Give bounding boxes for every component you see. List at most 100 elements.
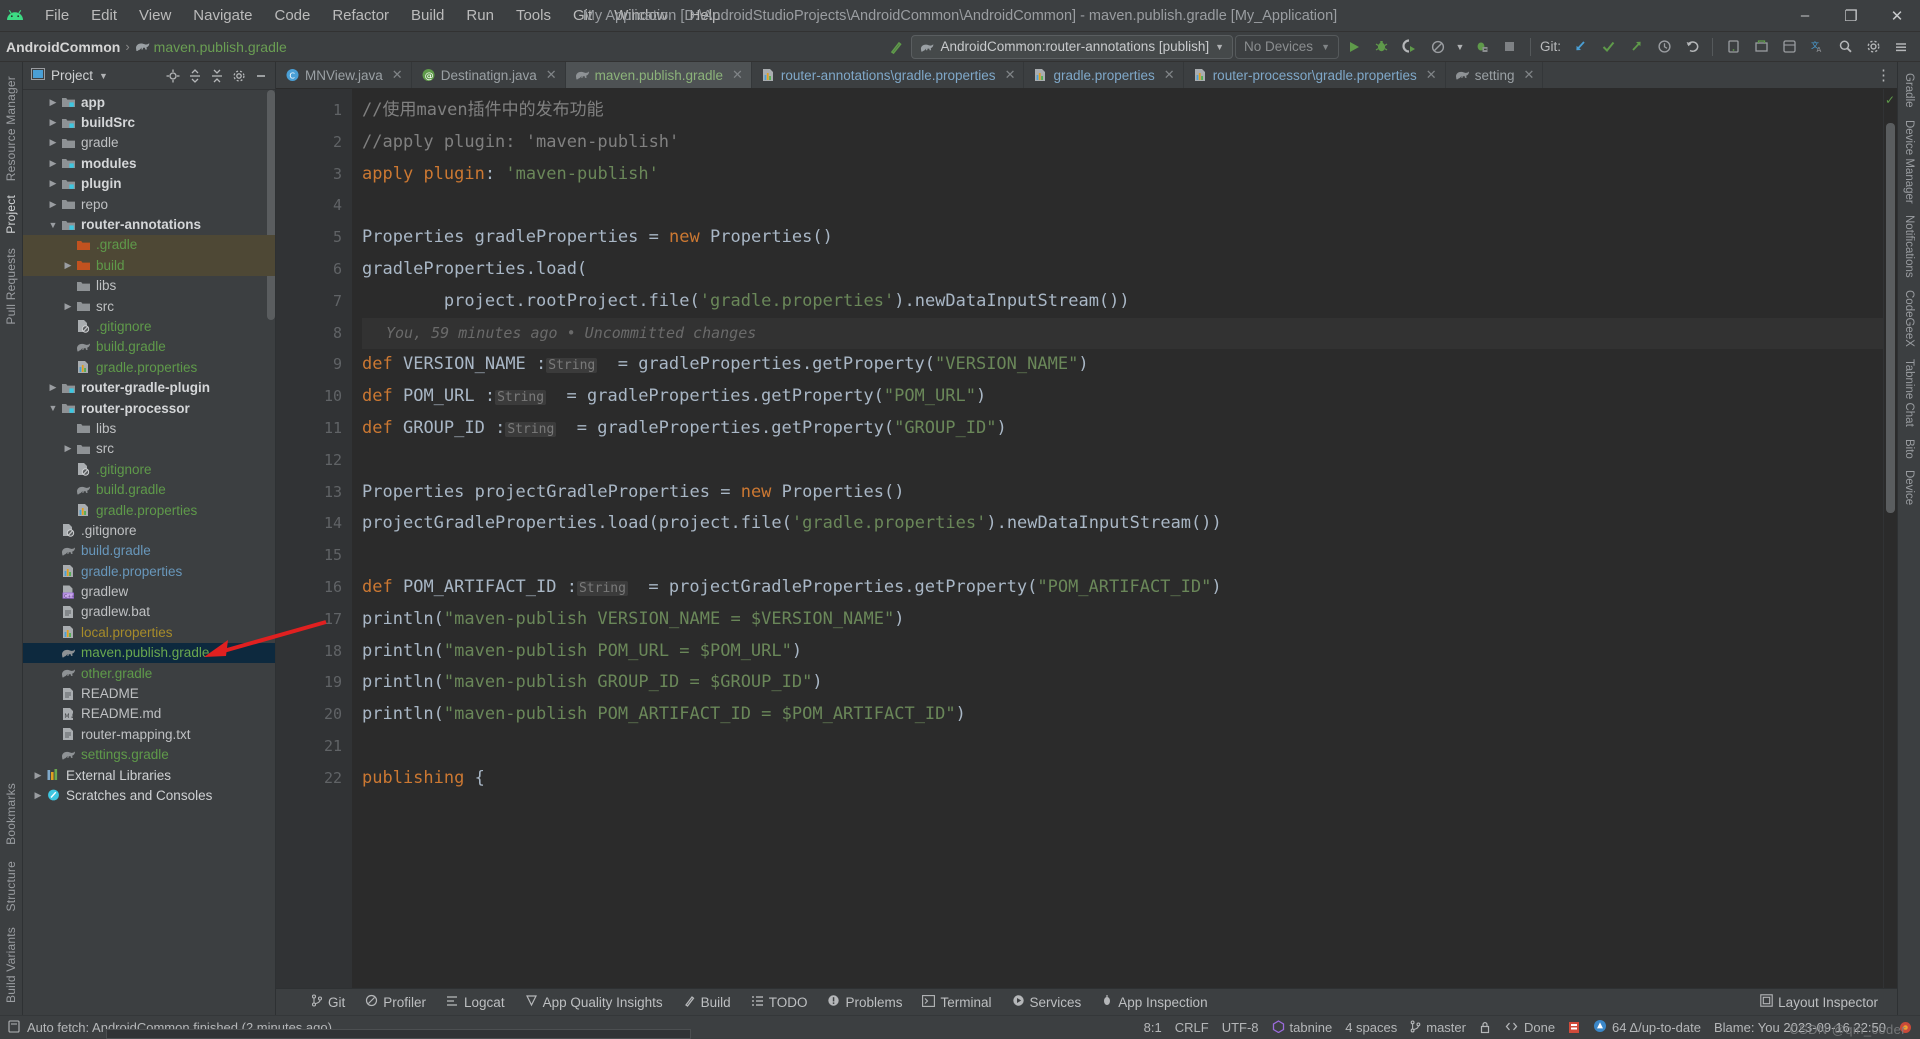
line-separator[interactable]: CRLF: [1175, 1020, 1209, 1035]
indent-setting[interactable]: 4 spaces: [1345, 1020, 1397, 1035]
editor-tab-destinatign-java[interactable]: @ Destinatign.java ✕: [412, 62, 566, 88]
more-tabs-icon[interactable]: ⋮: [1870, 62, 1897, 88]
run-configuration-selector[interactable]: AndroidCommon:router-annotations [publis…: [911, 34, 1234, 59]
rrail-item-codegeex[interactable]: CodeGeeX: [1903, 285, 1915, 352]
tree-row-modules[interactable]: ▶ modules: [23, 153, 275, 173]
toolwindow-app-inspection[interactable]: App Inspection: [1092, 991, 1216, 1013]
chevron-right-icon[interactable]: ▶: [46, 117, 60, 128]
close-icon[interactable]: ✕: [1426, 67, 1437, 83]
code-line[interactable]: You, 59 minutes ago • Uncommitted change…: [362, 317, 1883, 350]
translate-icon[interactable]: 文A: [1804, 34, 1830, 60]
code-line[interactable]: //apply plugin: 'maven-publish': [362, 127, 1883, 159]
code-editor[interactable]: 1 2 3 4 5 6 7 8 9 10 11 12 13 14 15 16 17 18 19 20 21 22 //使用…: [276, 89, 1897, 988]
rrail-item-device-manager[interactable]: Device Manager: [1903, 115, 1915, 209]
chevron-right-icon[interactable]: ▶: [46, 178, 60, 189]
tree-row-build-gradle[interactable]: ▶build.gradle: [23, 479, 275, 499]
editor-tab-router-annotations-gradle-properties[interactable]: router-annotations\gradle.properties ✕: [752, 62, 1025, 88]
source-code[interactable]: //使用maven插件中的发布功能//apply plugin: 'maven-…: [352, 89, 1883, 988]
tree-row-repo[interactable]: ▶ repo: [23, 194, 275, 214]
close-icon[interactable]: ✕: [1523, 67, 1534, 83]
menu-edit[interactable]: Edit: [80, 3, 128, 28]
memory-indicator-icon[interactable]: [1568, 1021, 1580, 1034]
gradle-sync-status[interactable]: 64 Δ/up-to-date: [1593, 1019, 1701, 1036]
editor-scrollbar-thumb[interactable]: [1886, 123, 1895, 513]
project-tree[interactable]: ▶ app ▶ buildSrc ▶ gradle ▶ modules ▶ plugin ▶ repo…: [23, 90, 275, 1015]
menu-window[interactable]: Window: [603, 3, 678, 28]
chevron-down-icon[interactable]: ▼: [1453, 34, 1467, 60]
collapse-all-icon[interactable]: [207, 66, 227, 86]
menu-navigate[interactable]: Navigate: [182, 3, 263, 28]
breadcrumb-file[interactable]: maven.publish.gradle: [154, 39, 287, 55]
tree-row-router-processor[interactable]: ▼ router-processor: [23, 398, 275, 418]
tabnine-status[interactable]: tabnine: [1272, 1019, 1332, 1036]
tree-row-local-properties[interactable]: ▶local.properties: [23, 622, 275, 642]
close-icon[interactable]: ✕: [392, 67, 403, 83]
tree-row-build-gradle[interactable]: ▶build.gradle: [23, 541, 275, 561]
tree-row-src[interactable]: ▶ src: [23, 296, 275, 316]
chevron-right-icon[interactable]: ▶: [31, 770, 45, 781]
chevron-right-icon[interactable]: ▶: [46, 382, 60, 393]
code-line[interactable]: [362, 731, 1883, 763]
editor-tab-setting[interactable]: setting ✕: [1446, 62, 1544, 88]
chevron-right-icon[interactable]: ▶: [46, 137, 60, 148]
tree-row-gitignore[interactable]: ▶.gitignore: [23, 520, 275, 540]
toolwindow-layout-inspector[interactable]: Layout Inspector: [1751, 991, 1887, 1013]
git-branch-status[interactable]: master: [1410, 1019, 1466, 1036]
tree-row-readme-md[interactable]: ▶M↓README.md: [23, 704, 275, 724]
tree-row-external-libraries[interactable]: ▶ External Libraries: [23, 765, 275, 785]
tree-row-plugin[interactable]: ▶ plugin: [23, 174, 275, 194]
toolwindow-profiler[interactable]: Profiler: [356, 991, 435, 1013]
chevron-down-icon[interactable]: ▼: [99, 71, 108, 81]
code-line[interactable]: def VERSION_NAME : String = gradlePropert…: [362, 349, 1883, 381]
tree-row-build[interactable]: ▶ build: [23, 255, 275, 276]
menu-help[interactable]: Help: [679, 3, 732, 28]
tree-row-build-gradle[interactable]: ▶build.gradle: [23, 337, 275, 357]
editor-overview-strip[interactable]: ✓: [1883, 89, 1897, 988]
chevron-down-icon[interactable]: ▼: [46, 403, 60, 413]
tree-row-libs[interactable]: ▶libs: [23, 276, 275, 296]
tree-row-gradlew[interactable]: ▶C++gradlew: [23, 581, 275, 601]
code-line[interactable]: [362, 190, 1883, 222]
toolwindow-logcat[interactable]: Logcat: [437, 992, 514, 1013]
editor-tab-router-processor-gradle-properties[interactable]: router-processor\gradle.properties ✕: [1184, 62, 1446, 88]
editor-tab-mnview-java[interactable]: C MNView.java ✕: [276, 62, 412, 88]
chevron-right-icon[interactable]: ▶: [31, 790, 45, 801]
chevron-right-icon[interactable]: ▶: [46, 97, 60, 108]
menu-tools[interactable]: Tools: [505, 3, 562, 28]
code-line[interactable]: println("maven-publish POM_URL = $POM_UR…: [362, 636, 1883, 668]
build-hammer-icon[interactable]: [883, 34, 909, 60]
close-button[interactable]: ✕: [1874, 0, 1920, 32]
close-icon[interactable]: ✕: [732, 67, 743, 83]
tree-row-readme[interactable]: ▶README: [23, 683, 275, 703]
code-line[interactable]: def POM_URL : String = gradleProperties.g…: [362, 381, 1883, 413]
code-line[interactable]: Properties gradleProperties = new Proper…: [362, 222, 1883, 254]
hide-panel-icon[interactable]: [251, 66, 271, 86]
editor-tab-gradle-properties[interactable]: gradle.properties ✕: [1024, 62, 1184, 88]
git-push-icon[interactable]: [1623, 34, 1649, 60]
code-line[interactable]: gradleProperties.load(: [362, 254, 1883, 286]
code-line[interactable]: println("maven-publish GROUP_ID = $GROUP…: [362, 667, 1883, 699]
code-line[interactable]: publishing {: [362, 763, 1883, 795]
expand-all-icon[interactable]: [185, 66, 205, 86]
chevron-down-icon[interactable]: ▼: [46, 220, 60, 230]
tree-row-app[interactable]: ▶ app: [23, 92, 275, 112]
code-line[interactable]: def GROUP_ID : String = gradleProperties.…: [362, 413, 1883, 445]
read-only-lock-icon[interactable]: [1479, 1021, 1491, 1034]
chevron-right-icon[interactable]: ▶: [61, 443, 75, 454]
code-line[interactable]: [362, 540, 1883, 572]
tree-row-gitignore[interactable]: ▶.gitignore: [23, 459, 275, 479]
toolwindow-build[interactable]: Build: [674, 991, 740, 1013]
toolwindow-todo[interactable]: TODO: [742, 992, 817, 1013]
menu-run[interactable]: Run: [455, 3, 505, 28]
search-everywhere-icon[interactable]: [1832, 34, 1858, 60]
avd-manager-icon[interactable]: [1720, 34, 1746, 60]
menu-build[interactable]: Build: [400, 3, 455, 28]
tree-row-router-annotations[interactable]: ▼ router-annotations: [23, 214, 275, 234]
rail-item-bookmarks[interactable]: Bookmarks: [4, 777, 18, 851]
minimize-button[interactable]: –: [1782, 0, 1828, 32]
code-line[interactable]: [362, 445, 1883, 477]
tree-row-settings-gradle[interactable]: ▶settings.gradle: [23, 745, 275, 765]
rrail-item-tabnine-chat[interactable]: Tabnine Chat: [1903, 354, 1915, 432]
rrail-item-notifications[interactable]: Notifications: [1903, 210, 1915, 283]
device-file-explorer-icon[interactable]: [1776, 34, 1802, 60]
